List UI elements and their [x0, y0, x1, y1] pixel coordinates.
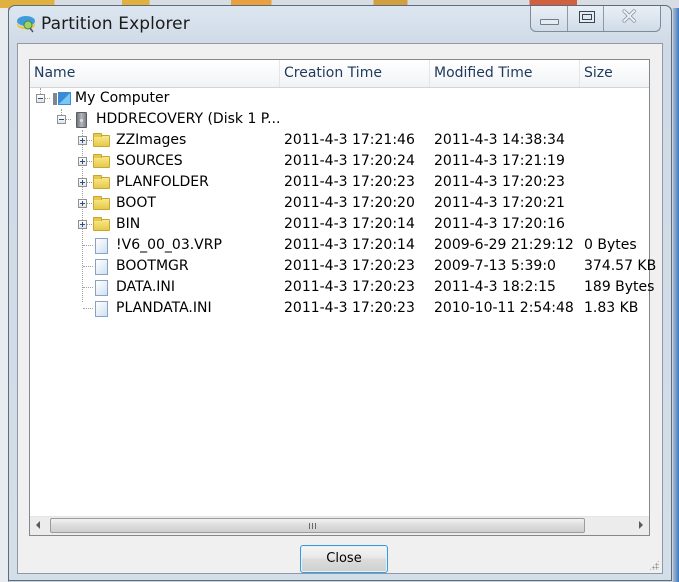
- item-creation-time: 2011-4-3 17:20:23: [284, 300, 415, 316]
- item-creation-time: 2011-4-3 17:20:14: [284, 237, 415, 253]
- tree-row-folder[interactable]: SOURCES 2011-4-3 17:20:24 2011-4-3 17:21…: [30, 151, 649, 172]
- tree-guide-line: [87, 182, 92, 183]
- item-size: 1.83 KB: [584, 300, 639, 316]
- partition-explorer-dialog: Partition Explorer ✕ Name Creation Time …: [8, 5, 672, 581]
- item-modified-time: 2009-6-29 21:29:12: [434, 237, 574, 253]
- partition-explorer-app-icon: [17, 16, 35, 33]
- tree-row-file[interactable]: !V6_00_03.VRP 2011-4-3 17:20:14 2009-6-2…: [30, 235, 649, 256]
- tree-item-label: My Computer: [75, 90, 170, 106]
- item-modified-time: 2011-4-3 14:38:34: [434, 132, 565, 148]
- item-name: DATA.INI: [116, 279, 176, 295]
- file-icon: [95, 280, 108, 296]
- horizontal-scrollbar[interactable]: [30, 516, 649, 535]
- item-creation-time: 2011-4-3 17:20:14: [284, 216, 415, 232]
- item-creation-time: 2011-4-3 17:20:23: [284, 279, 415, 295]
- item-creation-time: 2011-4-3 17:20:24: [284, 153, 415, 169]
- computer-icon: [53, 92, 71, 105]
- item-creation-time: 2011-4-3 17:21:46: [284, 132, 415, 148]
- folder-icon: [93, 217, 110, 231]
- column-header-creation-time[interactable]: Creation Time: [280, 60, 430, 87]
- file-icon: [95, 301, 108, 317]
- folder-icon: [93, 196, 110, 210]
- minimize-button[interactable]: [531, 6, 568, 31]
- item-name: PLANFOLDER: [116, 174, 209, 190]
- window-title: Partition Explorer: [41, 14, 190, 34]
- item-name: ZZImages: [116, 132, 187, 148]
- expand-icon[interactable]: [78, 220, 87, 229]
- item-name: BIN: [116, 216, 141, 232]
- tree-row-my-computer[interactable]: My Computer: [30, 88, 649, 109]
- tree-row-folder[interactable]: BIN 2011-4-3 17:20:14 2011-4-3 17:20:16: [30, 214, 649, 235]
- maximize-button[interactable]: [568, 6, 604, 31]
- expand-icon[interactable]: [78, 157, 87, 166]
- collapse-icon[interactable]: [57, 115, 66, 124]
- item-modified-time: 2011-4-3 17:21:19: [434, 153, 565, 169]
- scroll-right-arrow-icon[interactable]: [639, 521, 643, 529]
- tree-guide-line: [87, 161, 92, 162]
- tree-item-label: HDDRECOVERY (Disk 1 P...: [96, 111, 281, 127]
- item-creation-time: 2011-4-3 17:20:23: [284, 258, 415, 274]
- caption-buttons: ✕: [530, 6, 661, 32]
- file-icon: [95, 238, 108, 254]
- tree-guide-line: [83, 266, 93, 267]
- partition-tree-list[interactable]: Name Creation Time Modified Time Size My…: [29, 59, 656, 536]
- tree-guide-line: [87, 203, 92, 204]
- close-button[interactable]: Close: [300, 545, 388, 573]
- background-app-edge-right: [673, 8, 679, 582]
- item-name: BOOT: [116, 195, 156, 211]
- tree-row-file[interactable]: PLANDATA.INI 2011-4-3 17:20:23 2010-10-1…: [30, 298, 649, 319]
- item-modified-time: 2011-4-3 18:2:15: [434, 279, 556, 295]
- item-name: BOOTMGR: [116, 258, 189, 274]
- window-close-button[interactable]: ✕: [604, 6, 660, 31]
- column-header: Name Creation Time Modified Time Size: [30, 60, 649, 88]
- expand-icon[interactable]: [78, 199, 87, 208]
- item-modified-time: 2011-4-3 17:20:21: [434, 195, 565, 211]
- folder-icon: [93, 154, 110, 168]
- file-icon: [95, 259, 108, 275]
- resize-grip-icon[interactable]: [649, 560, 659, 570]
- item-name: !V6_00_03.VRP: [116, 237, 222, 253]
- item-name: SOURCES: [116, 153, 183, 169]
- column-header-name[interactable]: Name: [30, 60, 280, 87]
- tree-row-folder[interactable]: BOOT 2011-4-3 17:20:20 2011-4-3 17:20:21: [30, 193, 649, 214]
- grip-icon: [309, 523, 318, 529]
- dialog-client-area: Name Creation Time Modified Time Size My…: [17, 43, 663, 574]
- tree-row-folder[interactable]: PLANFOLDER 2011-4-3 17:20:23 2011-4-3 17…: [30, 172, 649, 193]
- scrollbar-thumb[interactable]: [50, 518, 585, 533]
- column-header-modified-time[interactable]: Modified Time: [430, 60, 580, 87]
- tree-row-file[interactable]: DATA.INI 2011-4-3 17:20:23 2011-4-3 18:2…: [30, 277, 654, 298]
- item-modified-time: 2009-7-13 5:39:0: [434, 258, 556, 274]
- title-bar[interactable]: Partition Explorer ✕: [9, 6, 671, 44]
- tree-row-folder[interactable]: ZZImages 2011-4-3 17:21:46 2011-4-3 14:3…: [30, 130, 649, 151]
- minimize-icon: [540, 19, 559, 25]
- tree-guide-line: [83, 308, 93, 309]
- tree-guide-line: [83, 287, 93, 288]
- tree-guide-line: [87, 140, 92, 141]
- item-modified-time: 2011-4-3 17:20:23: [434, 174, 565, 190]
- column-header-size[interactable]: Size: [580, 60, 650, 87]
- tree-row-disk[interactable]: HDDRECOVERY (Disk 1 P...: [30, 109, 649, 130]
- item-modified-time: 2010-10-11 2:54:48: [434, 300, 574, 316]
- item-modified-time: 2011-4-3 17:20:16: [434, 216, 565, 232]
- item-creation-time: 2011-4-3 17:20:23: [284, 174, 415, 190]
- hard-disk-icon: [76, 112, 87, 128]
- scroll-left-arrow-icon[interactable]: [36, 521, 40, 529]
- item-name: PLANDATA.INI: [116, 300, 212, 316]
- tree-guide-line: [87, 224, 92, 225]
- item-creation-time: 2011-4-3 17:20:20: [284, 195, 415, 211]
- tree-guide-line: [83, 245, 93, 246]
- collapse-icon[interactable]: [36, 94, 45, 103]
- item-size: 0 Bytes: [584, 237, 637, 253]
- item-size: 374.57 KB: [584, 258, 657, 274]
- maximize-icon: [579, 11, 595, 23]
- item-size: 189 Bytes: [584, 279, 655, 295]
- expand-icon[interactable]: [78, 178, 87, 187]
- folder-icon: [93, 175, 110, 189]
- expand-icon[interactable]: [78, 136, 87, 145]
- folder-icon: [93, 133, 110, 147]
- close-icon: ✕: [620, 5, 639, 30]
- tree-row-file[interactable]: BOOTMGR 2011-4-3 17:20:23 2009-7-13 5:39…: [30, 256, 656, 277]
